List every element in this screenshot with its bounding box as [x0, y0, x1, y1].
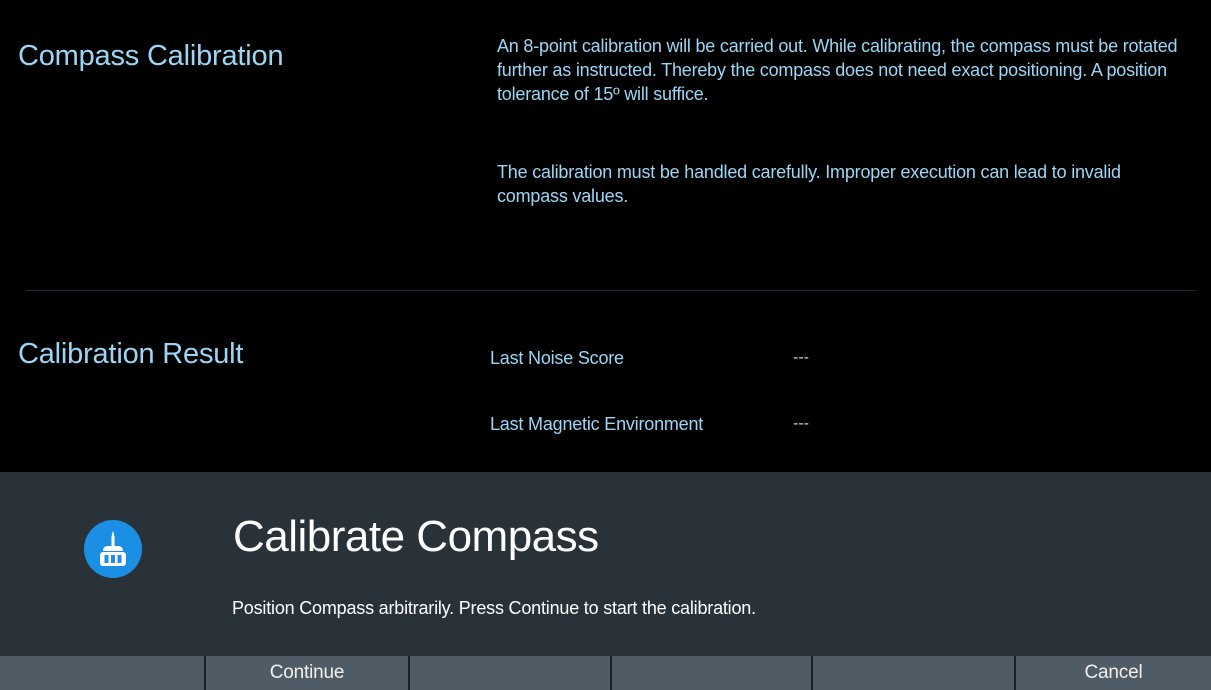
calibration-screen: Compass Calibration An 8-point calibrati… [0, 0, 1211, 690]
softkey-5[interactable] [813, 656, 1016, 690]
softkey-4[interactable] [612, 656, 813, 690]
noise-score-label: Last Noise Score [490, 348, 624, 368]
dialog-message: Position Compass arbitrarily. Press Cont… [232, 598, 756, 618]
magnetic-environment-label: Last Magnetic Environment [490, 414, 704, 434]
calibration-description: An 8-point calibration will be carried o… [497, 36, 1178, 104]
calibration-warning: The calibration must be handled carefull… [497, 162, 1121, 206]
softkey-3[interactable] [410, 656, 612, 690]
magnetic-environment-value: --- [793, 415, 809, 432]
calibrate-compass-dialog: Calibrate Compass Position Compass arbit… [0, 472, 1211, 656]
cancel-button[interactable]: Cancel [1016, 656, 1211, 690]
section-divider [26, 290, 1196, 291]
compass-calibration-title: Compass Calibration [18, 40, 284, 72]
softkey-bar: Continue Cancel [0, 656, 1211, 690]
softkey-1[interactable] [0, 656, 206, 690]
dialog-title: Calibrate Compass [233, 512, 599, 561]
noise-score-value: --- [793, 349, 809, 366]
continue-button[interactable]: Continue [206, 656, 410, 690]
calibration-result-title: Calibration Result [18, 338, 244, 370]
compass-calibrate-icon [84, 520, 142, 578]
